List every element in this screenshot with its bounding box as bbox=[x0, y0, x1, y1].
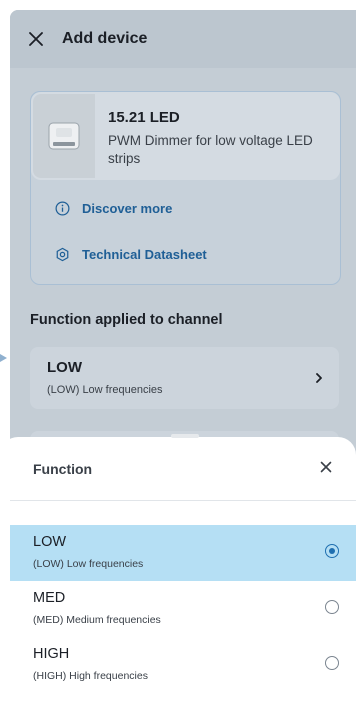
option-label: HIGH bbox=[33, 646, 70, 662]
page-title: Add device bbox=[62, 30, 148, 47]
technical-datasheet-link[interactable]: Technical Datasheet bbox=[55, 247, 207, 262]
radio-selected[interactable] bbox=[325, 544, 339, 558]
option-subtitle: (HIGH) High frequencies bbox=[33, 670, 148, 682]
channel-function-value: LOW bbox=[47, 359, 82, 376]
device-header: 15.21 LED PWM Dimmer for low voltage LED… bbox=[31, 92, 340, 180]
channel-function-subtitle: (LOW) Low frequencies bbox=[47, 384, 163, 396]
technical-datasheet-label: Technical Datasheet bbox=[82, 247, 207, 262]
sheet-divider bbox=[10, 500, 356, 501]
option-med[interactable]: MED (MED) Medium frequencies bbox=[10, 581, 356, 637]
device-module-icon bbox=[33, 94, 95, 178]
chevron-right-icon bbox=[315, 371, 323, 389]
device-description: PWM Dimmer for low voltage LED strips bbox=[108, 133, 313, 166]
close-icon[interactable] bbox=[10, 32, 62, 46]
device-card: 15.21 LED PWM Dimmer for low voltage LED… bbox=[30, 91, 341, 285]
datasheet-icon bbox=[56, 247, 69, 262]
function-bottom-sheet: Function LOW (LOW) Low frequencies MED (… bbox=[0, 434, 356, 706]
device-name: 15.21 LED bbox=[108, 109, 180, 126]
section-title: Function applied to channel bbox=[30, 312, 223, 328]
info-icon bbox=[55, 201, 70, 216]
channel-function-selector[interactable]: LOW (LOW) Low frequencies bbox=[30, 347, 339, 409]
option-label: LOW bbox=[33, 534, 67, 550]
option-subtitle: (LOW) Low frequencies bbox=[33, 558, 144, 570]
option-label: MED bbox=[33, 590, 66, 606]
close-icon[interactable] bbox=[320, 460, 332, 478]
radio-unselected[interactable] bbox=[325, 600, 339, 614]
discover-more-link[interactable]: Discover more bbox=[55, 201, 172, 216]
connector-arrow-icon bbox=[0, 350, 7, 366]
option-subtitle: (MED) Medium frequencies bbox=[33, 614, 161, 626]
option-low[interactable]: LOW (LOW) Low frequencies bbox=[10, 525, 356, 581]
discover-more-label: Discover more bbox=[82, 201, 173, 216]
radio-unselected[interactable] bbox=[325, 656, 339, 670]
sheet-title: Function bbox=[33, 461, 93, 477]
top-bar: Add device bbox=[10, 10, 356, 68]
sheet-drag-handle[interactable] bbox=[171, 434, 199, 438]
option-high[interactable]: HIGH (HIGH) High frequencies bbox=[10, 637, 356, 693]
